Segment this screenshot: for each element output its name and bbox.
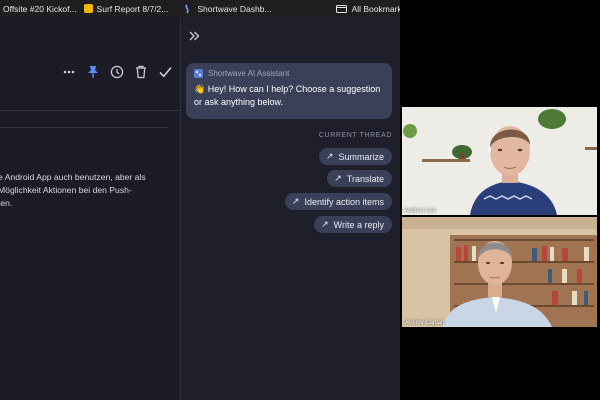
all-bookmarks-button[interactable]: All Bookmarks [335, 0, 400, 17]
slides-icon [83, 4, 93, 13]
done-check-icon[interactable] [158, 65, 172, 79]
bookmark-label: Surf Report 8/7/2... [96, 3, 169, 14]
write-reply-suggestion[interactable]: ↗ Write a reply [314, 216, 392, 233]
ai-assistant-pane: Shortwave AI Assistant 👋 Hey! How can I … [181, 17, 400, 400]
suggestion-label: Translate [346, 173, 384, 184]
participant-video [402, 107, 597, 215]
participant-tile[interactable]: Andrew Lee [402, 107, 597, 215]
email-body-line: Möglichkeit Aktionen bei den Push- [0, 185, 132, 195]
participant-name: Jeremy Caplan [404, 320, 445, 326]
participant-name: Andrew Lee [404, 208, 437, 214]
suggestion-label: Identify action items [304, 196, 384, 207]
bookmarks-bar: Offsite #20 Kickof... Surf Report 8/7/2.… [0, 0, 400, 17]
shortwave-icon [185, 3, 190, 13]
video-call-panel: Andrew Lee Jeremy Caplan [400, 0, 600, 400]
arrow-up-right-icon: ↗ [325, 151, 334, 161]
email-body: e Android App auch benutzen, aber als Mö… [0, 171, 176, 210]
assistant-message: Shortwave AI Assistant 👋 Hey! How can I … [186, 63, 392, 119]
translate-suggestion[interactable]: ↗ Translate [327, 170, 392, 187]
bookmark-shortwave-dashboard[interactable]: Shortwave Dashb... [182, 0, 272, 17]
more-icon[interactable] [62, 65, 76, 79]
assistant-title: Shortwave AI Assistant [208, 69, 290, 78]
header-divider [0, 110, 180, 111]
double-chevron-right-icon[interactable] [187, 29, 201, 43]
bookmark-surf-report[interactable]: Surf Report 8/7/2... [83, 0, 169, 17]
bookmark-label: Offsite #20 Kickof... [3, 3, 77, 14]
suggestion-label: Write a reply [333, 219, 384, 230]
arrow-up-right-icon: ↗ [291, 196, 300, 206]
participant-video [402, 217, 597, 327]
email-pane: e Android App auch benutzen, aber als Mö… [0, 17, 180, 400]
message-divider [0, 127, 168, 128]
assistant-header: Shortwave AI Assistant [194, 69, 384, 78]
folder-icon [335, 5, 347, 13]
pin-icon[interactable] [86, 65, 100, 79]
email-body-line: e Android App auch benutzen, aber als [0, 172, 146, 182]
email-body-line: ten. [0, 198, 13, 208]
summarize-suggestion[interactable]: ↗ Summarize [318, 148, 392, 165]
shortwave-ai-icon [194, 69, 203, 78]
identify-action-items-suggestion[interactable]: ↗ Identify action items [284, 193, 392, 210]
arrow-up-right-icon: ↗ [321, 219, 329, 229]
current-thread-label: CURRENT THREAD [318, 132, 392, 139]
assistant-greeting: 👋 Hey! How can I help? Choose a suggesti… [194, 84, 381, 107]
participant-tile[interactable]: Jeremy Caplan [402, 217, 597, 327]
suggestion-label: Summarize [338, 151, 384, 162]
all-bookmarks-label: All Bookmarks [351, 3, 400, 14]
snooze-clock-icon[interactable] [110, 65, 124, 79]
email-toolbar [62, 65, 172, 79]
trash-icon[interactable] [134, 65, 148, 79]
bookmark-label: Shortwave Dashb... [197, 3, 272, 14]
arrow-up-right-icon: ↗ [334, 173, 342, 183]
bookmark-offsite[interactable]: Offsite #20 Kickof... [3, 0, 77, 17]
